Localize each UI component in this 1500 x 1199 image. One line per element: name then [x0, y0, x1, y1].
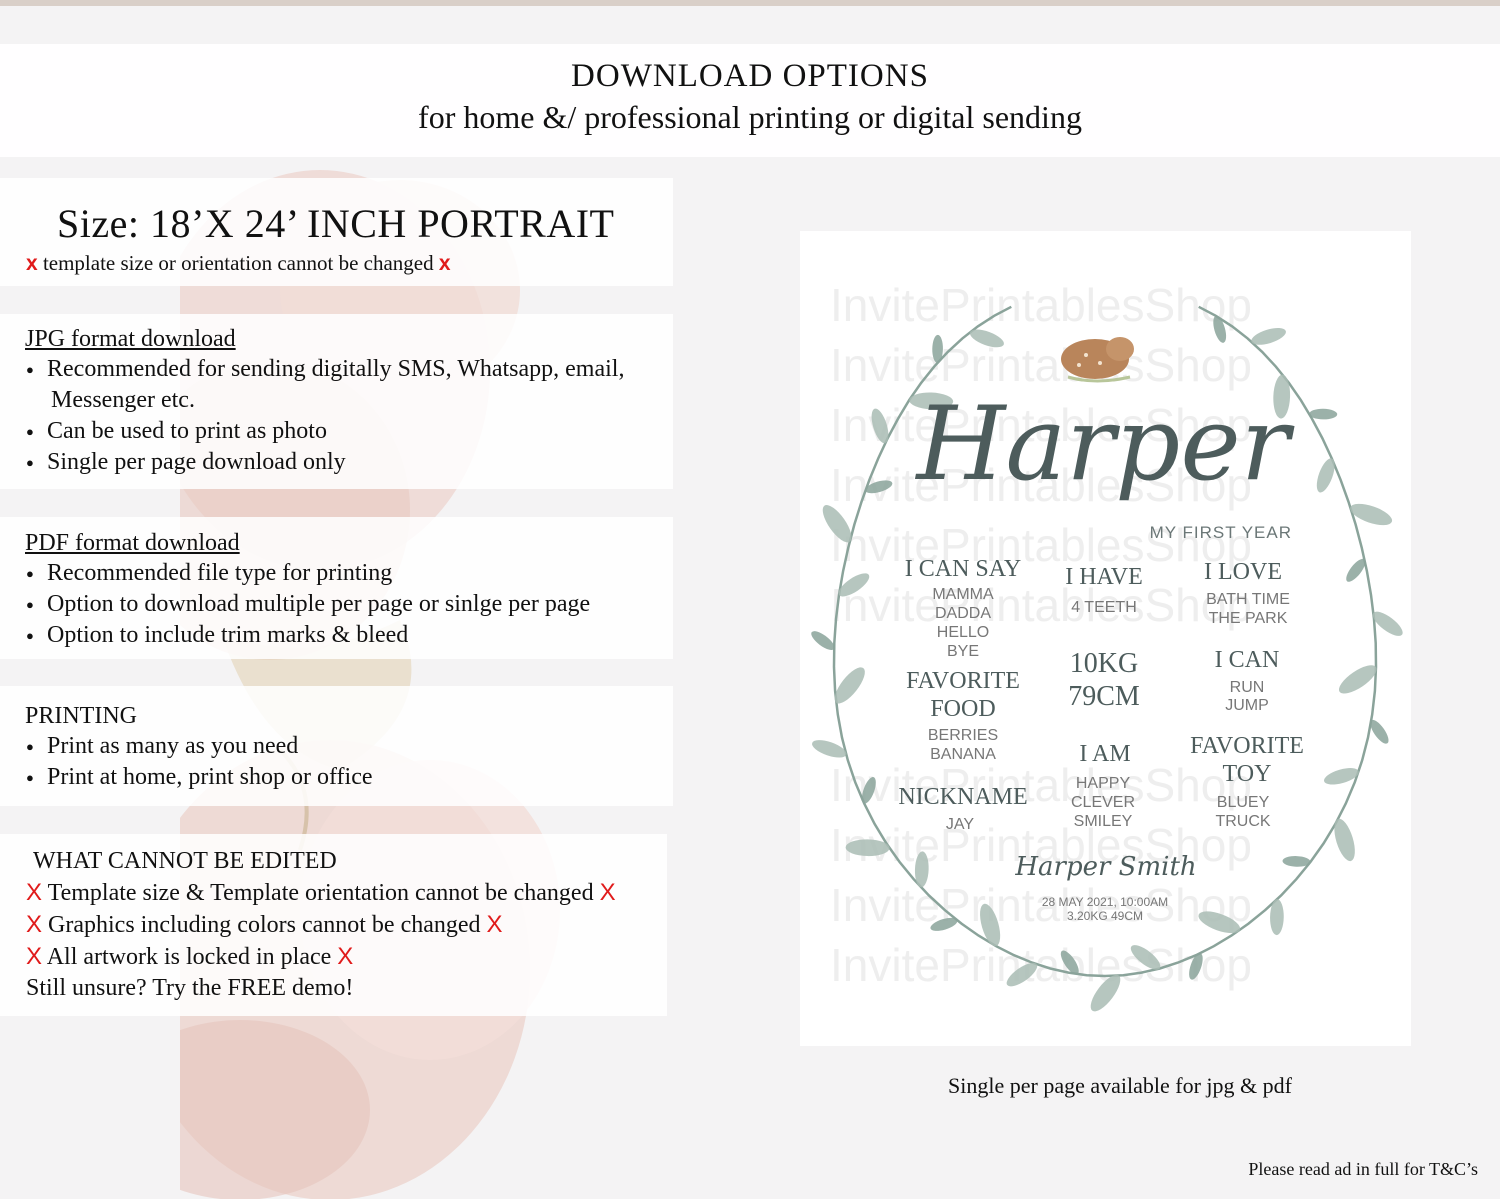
can-line: RUN — [1230, 679, 1265, 696]
poster-caption: Single per page available for jpg & pdf — [948, 1073, 1292, 1098]
toy-line: BLUEY — [1217, 794, 1270, 811]
say-line: MAMMA — [932, 586, 994, 603]
jpg-item: Single per page download only — [25, 447, 624, 478]
poster-name: Harper — [915, 385, 1295, 504]
food-line: BANANA — [930, 746, 996, 763]
say-line: DADDA — [935, 605, 991, 622]
cannot-edit-item: X Graphics including colors cannot be ch… — [26, 911, 503, 938]
say-line: BYE — [947, 643, 979, 660]
printing-item: Print as many as you need — [25, 731, 373, 762]
red-x-icon: X — [486, 911, 503, 938]
red-x-icon: X — [599, 879, 616, 906]
birth-details: 3.20KG 49CM — [1067, 909, 1143, 923]
cannot-edit-item: X All artwork is locked in place X — [26, 943, 354, 970]
weight-value: 10KG — [1070, 648, 1138, 679]
jpg-item-continued: Messenger etc. — [51, 387, 195, 413]
poster-preview: InvitePrintablesShop InvitePrintablesSho… — [800, 231, 1411, 1046]
free-demo-note: Still unsure? Try the FREE demo! — [26, 975, 354, 1001]
toy-title: TOY — [1223, 761, 1272, 787]
have-line: 4 TEETH — [1071, 599, 1137, 616]
food-title: FAVORITE — [906, 668, 1020, 694]
cannot-edit-title: WHAT CANNOT BE EDITED — [33, 848, 337, 874]
pdf-section: PDF format download Recommended file typ… — [25, 528, 590, 651]
wreath-leaf — [811, 631, 835, 651]
am-line: HAPPY — [1076, 775, 1131, 792]
printing-section: PRINTING Print as many as you need Print… — [25, 701, 373, 793]
cannot-edit-item: X Template size & Template orientation c… — [26, 879, 616, 906]
red-x-icon: X — [26, 943, 43, 970]
watermark-text: InvitePrintablesShop — [830, 579, 1252, 631]
size-title: Size: 18’X 24’ INCH PORTRAIT — [57, 201, 615, 246]
love-line: THE PARK — [1209, 610, 1288, 627]
download-options-header: DOWNLOAD OPTIONS for home &/ professiona… — [0, 44, 1500, 157]
pdf-item: Recommended file type for printing — [25, 558, 590, 589]
watermark-text: InvitePrintablesShop — [830, 279, 1252, 331]
pdf-title: PDF format download — [25, 530, 240, 556]
red-x-icon: x — [26, 252, 38, 275]
am-line: SMILEY — [1074, 813, 1133, 830]
printing-item: Print at home, print shop or office — [25, 762, 373, 793]
wreath-leaf — [1370, 719, 1389, 744]
watermark-text: InvitePrintablesShop — [830, 339, 1252, 391]
am-line: CLEVER — [1071, 794, 1135, 811]
nickname-title: NICKNAME — [898, 784, 1027, 810]
red-x-icon: X — [26, 879, 43, 906]
birth-details: 28 MAY 2021, 10:00AM — [1042, 895, 1168, 909]
watermark-text: InvitePrintablesShop — [830, 759, 1252, 811]
terms-footnote: Please read ad in full for T&C’s — [1248, 1159, 1478, 1179]
jpg-item: Can be used to print as photo — [25, 416, 624, 447]
jpg-item: Recommended for sending digitally SMS, W… — [25, 354, 624, 385]
header-title: DOWNLOAD OPTIONS — [571, 58, 929, 94]
poster-artwork: InvitePrintablesShop InvitePrintablesSho… — [811, 279, 1403, 1012]
background-flower-illustration — [180, 170, 560, 1199]
love-line: BATH TIME — [1206, 591, 1290, 608]
love-title: I LOVE — [1204, 559, 1282, 585]
pdf-item: Option to include trim marks & bleed — [25, 620, 590, 651]
red-x-icon: x — [438, 252, 451, 275]
poster-subtitle: MY FIRST YEAR — [1150, 523, 1292, 542]
size-note-text: template size or orientation cannot be c… — [42, 251, 434, 275]
am-title: I AM — [1079, 741, 1130, 767]
toy-line: TRUCK — [1215, 813, 1270, 830]
say-line: HELLO — [937, 624, 989, 641]
red-x-icon: X — [26, 911, 43, 938]
top-strip — [0, 0, 1500, 6]
can-title: I CAN — [1215, 647, 1280, 673]
height-value: 79CM — [1068, 681, 1140, 712]
can-line: JUMP — [1225, 697, 1269, 714]
cannot-edit-section: WHAT CANNOT BE EDITED X Template size & … — [26, 846, 616, 1004]
printing-title: PRINTING — [25, 703, 137, 729]
jpg-section: JPG format download Recommended for send… — [25, 324, 624, 478]
pdf-item: Option to download multiple per page or … — [25, 589, 590, 620]
food-line: BERRIES — [928, 727, 998, 744]
nickname-line: JAY — [946, 816, 974, 833]
size-note: x template size or orientation cannot be… — [26, 251, 451, 276]
wreath-leaf — [1346, 558, 1366, 582]
toy-title: FAVORITE — [1190, 733, 1304, 759]
have-title: I HAVE — [1065, 564, 1143, 590]
jpg-title: JPG format download — [25, 326, 236, 352]
wreath-leaf — [1309, 408, 1338, 420]
red-x-icon: X — [337, 943, 354, 970]
say-title: I CAN SAY — [905, 556, 1021, 582]
food-title: FOOD — [930, 696, 995, 722]
header-subtitle: for home &/ professional printing or dig… — [418, 99, 1082, 135]
poster-full-name: Harper Smith — [1014, 852, 1196, 882]
